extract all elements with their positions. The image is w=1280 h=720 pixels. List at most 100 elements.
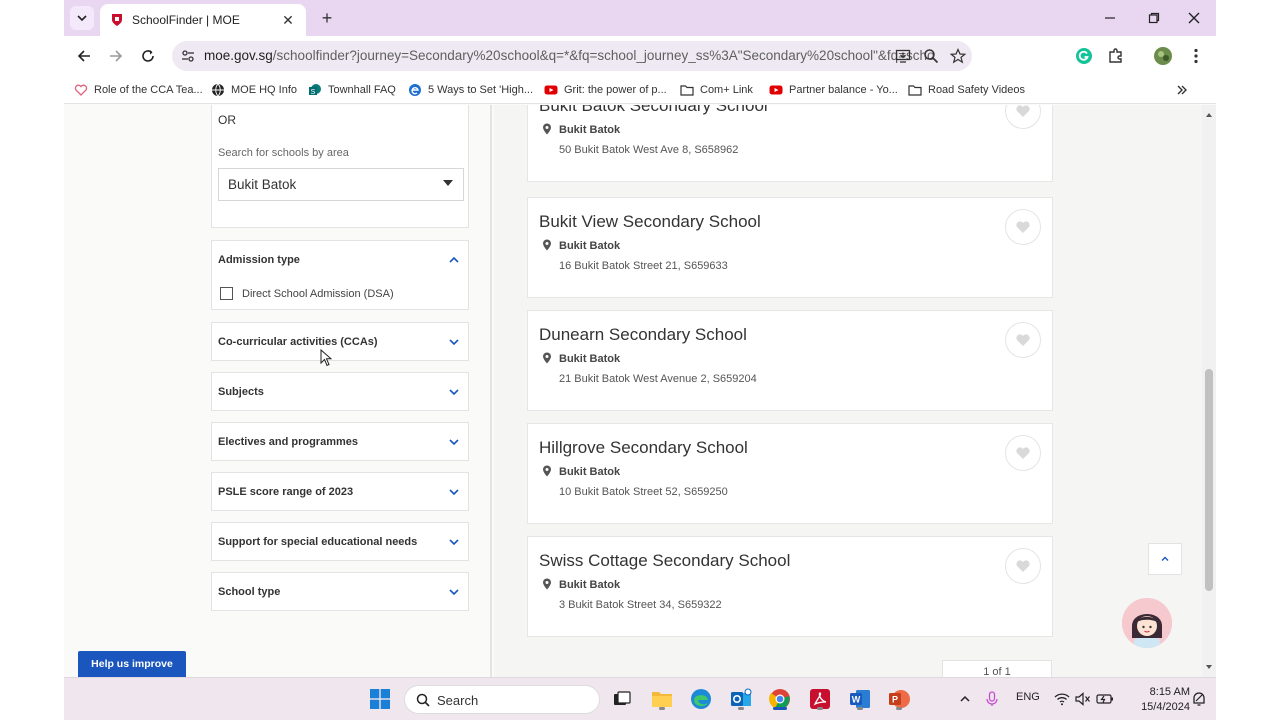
filter-title[interactable]: Admission type (218, 254, 300, 266)
filter-ccas[interactable]: Co-curricular activities (CCAs) (211, 322, 469, 361)
battery-button[interactable] (1092, 686, 1118, 712)
grammarly-icon (1076, 48, 1092, 64)
microphone-icon (986, 691, 998, 706)
outlook-button[interactable] (728, 686, 754, 712)
bookmark-item[interactable]: S Townhall FAQ (308, 82, 396, 98)
input-language[interactable]: ENG (1016, 691, 1040, 703)
favourite-button[interactable] (1005, 548, 1041, 584)
chevron-down-icon (77, 15, 87, 22)
taskbar-search[interactable]: Search (404, 685, 600, 714)
bookmark-star-button[interactable] (949, 47, 967, 65)
school-address: 50 Bukit Batok West Ave 8, S658962 (559, 144, 739, 156)
back-button[interactable] (72, 44, 96, 68)
double-chevron-right-icon (1177, 85, 1187, 95)
active-tab[interactable]: SchoolFinder | MOE ✕ (100, 4, 306, 36)
area-search-panel: OR Search for schools by area Bukit Bato… (211, 105, 469, 228)
browser-toolbar: moe.gov.sg/schoolfinder?journey=Secondar… (64, 36, 1216, 76)
restore-button[interactable] (1134, 6, 1174, 30)
filter-subjects[interactable]: Subjects (211, 372, 469, 411)
bookmark-item[interactable]: 5 Ways to Set 'High... (408, 82, 533, 98)
address-bar[interactable]: moe.gov.sg/schoolfinder?journey=Secondar… (172, 41, 972, 71)
favourite-button[interactable] (1005, 105, 1041, 129)
svg-text:P: P (892, 695, 898, 705)
chatbot-avatar-button[interactable] (1122, 598, 1172, 648)
filter-school-type[interactable]: School type (211, 572, 469, 611)
school-name[interactable]: Swiss Cottage Secondary School (539, 551, 790, 571)
install-app-button[interactable] (894, 47, 912, 65)
task-view-button[interactable] (609, 686, 635, 712)
close-tab-icon[interactable]: ✕ (280, 12, 296, 29)
dsa-option[interactable]: Direct School Admission (DSA) (220, 287, 394, 300)
minimize-button[interactable] (1090, 6, 1130, 30)
help-us-improve-button[interactable]: Help us improve (78, 651, 186, 677)
scroll-up-arrow-icon[interactable] (1205, 111, 1213, 119)
school-name[interactable]: Bukit Batok Secondary School (539, 105, 768, 116)
school-card[interactable]: Dunearn Secondary School Bukit Batok 21 … (527, 310, 1053, 411)
more-bookmarks-button[interactable] (1176, 82, 1188, 98)
browser-menu-button[interactable] (1186, 46, 1206, 66)
edge-e-icon (408, 83, 422, 97)
school-name[interactable]: Hillgrove Secondary School (539, 438, 748, 458)
filter-special-needs[interactable]: Support for special educational needs (211, 522, 469, 561)
search-icon (416, 693, 430, 707)
tab-search-button[interactable] (70, 6, 94, 30)
pagination[interactable]: 1 of 1 (942, 660, 1052, 677)
favourite-button[interactable] (1005, 322, 1041, 358)
windows-start-icon[interactable] (370, 689, 390, 709)
word-button[interactable]: W (847, 686, 873, 712)
extensions-button[interactable] (1106, 46, 1126, 66)
area-select[interactable]: Bukit Batok (218, 168, 464, 201)
scroll-down-arrow-icon[interactable] (1205, 663, 1213, 671)
school-name[interactable]: Bukit View Secondary School (539, 212, 761, 232)
file-explorer-button[interactable] (649, 686, 675, 712)
profile-avatar[interactable] (1153, 46, 1173, 66)
new-tab-button[interactable]: + (316, 7, 338, 29)
heart-icon (1016, 334, 1030, 346)
powerpoint-button[interactable]: P (886, 686, 912, 712)
microphone-button[interactable] (979, 686, 1005, 712)
bookmark-item[interactable]: Partner balance - Yo... (769, 82, 898, 98)
bookmark-folder[interactable]: Road Safety Videos (908, 82, 1025, 98)
page-scrollbar[interactable] (1202, 105, 1216, 677)
restore-icon (1148, 12, 1160, 24)
chrome-button[interactable] (767, 686, 793, 712)
show-hidden-icons-button[interactable] (952, 686, 978, 712)
favourite-button[interactable] (1005, 435, 1041, 471)
school-card[interactable]: Bukit Batok Secondary School Bukit Batok… (527, 105, 1053, 182)
bookmark-item[interactable]: Role of the CCA Tea... (74, 82, 203, 98)
filter-electives[interactable]: Electives and programmes (211, 422, 469, 461)
area-search-hint: Search for schools by area (218, 147, 349, 159)
school-card[interactable]: Hillgrove Secondary School Bukit Batok 1… (527, 423, 1053, 524)
dsa-checkbox[interactable] (220, 287, 233, 300)
edge-browser-button[interactable] (688, 686, 714, 712)
reload-icon (142, 50, 154, 62)
site-settings-icon[interactable] (180, 48, 196, 64)
bookmark-item[interactable]: MOE HQ Info (211, 82, 297, 98)
back-to-top-button[interactable] (1148, 543, 1182, 575)
bookmark-item[interactable]: Grit: the power of p... (544, 82, 667, 98)
forward-button[interactable] (104, 44, 128, 68)
school-card[interactable]: Bukit View Secondary School Bukit Batok … (527, 197, 1053, 298)
notifications-button[interactable] (1186, 686, 1212, 712)
zoom-button[interactable] (922, 47, 940, 65)
school-name[interactable]: Dunearn Secondary School (539, 325, 747, 345)
screen-right-margin (1216, 0, 1280, 720)
location-pin-icon (543, 239, 551, 251)
favourite-button[interactable] (1005, 209, 1041, 245)
edge-icon (691, 689, 711, 709)
close-window-button[interactable] (1174, 6, 1214, 30)
filter-psle-score[interactable]: PSLE score range of 2023 (211, 472, 469, 511)
forward-arrow-icon (110, 50, 123, 62)
school-card[interactable]: Swiss Cottage Secondary School Bukit Bat… (527, 536, 1053, 637)
clock-time: 8:15 AM (1149, 686, 1190, 698)
taskbar-clock[interactable]: 8:15 AM 15/4/2024 (1124, 685, 1190, 715)
scrollbar-thumb[interactable] (1205, 369, 1213, 591)
grammarly-extension[interactable] (1074, 46, 1094, 66)
tab-title: SchoolFinder | MOE (132, 13, 240, 27)
chevron-up-icon[interactable] (448, 254, 460, 266)
back-arrow-icon (77, 50, 90, 62)
reload-button[interactable] (136, 44, 160, 68)
acrobat-button[interactable] (807, 686, 833, 712)
chevron-up-icon (1161, 556, 1169, 561)
bookmark-folder[interactable]: Com+ Link (680, 82, 753, 98)
